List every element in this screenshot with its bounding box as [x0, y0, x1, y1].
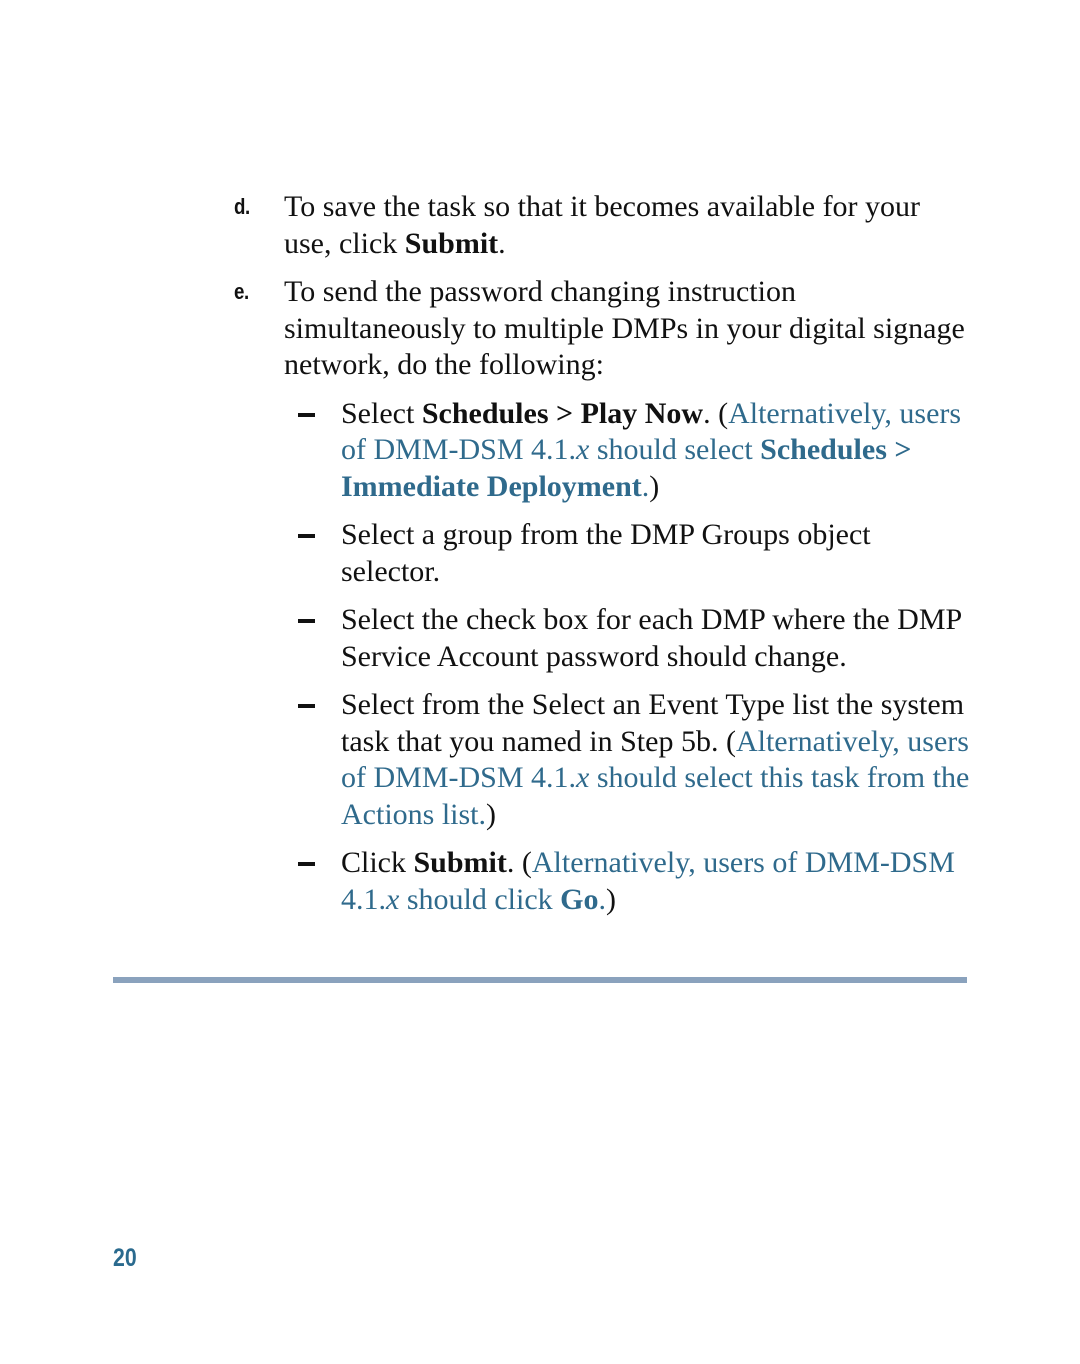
step-text: To save the task so that it becomes avai…	[284, 190, 921, 260]
paren-open: (	[521, 846, 532, 879]
version-variable: x	[576, 433, 590, 466]
ui-term-submit: Submit	[413, 846, 507, 879]
step-d: d. To save the task so that it becomes a…	[232, 189, 972, 262]
substep-list: Select Schedules > Play Now. (Alternativ…	[232, 396, 972, 919]
substep-select-schedules: Select Schedules > Play Now. (Alternativ…	[284, 396, 972, 506]
version-variable: x	[386, 882, 400, 916]
dash-bullet-icon	[298, 534, 315, 538]
substep-text: Select	[341, 396, 422, 430]
alt-text: should select	[589, 433, 761, 466]
step-marker: e.	[234, 279, 249, 304]
substep-select-group: Select a group from the DMP Groups objec…	[284, 517, 972, 590]
substep-text: Click	[341, 846, 414, 879]
step-text-end: .	[498, 226, 506, 260]
paren-open: (	[718, 396, 729, 430]
paren-close: )	[486, 797, 497, 831]
dash-bullet-icon	[298, 704, 315, 708]
section-divider	[113, 977, 967, 983]
ui-term-go: Go	[560, 882, 599, 916]
instruction-content: d. To save the task so that it becomes a…	[232, 189, 972, 930]
substep-select-checkbox: Select the check box for each DMP where …	[284, 602, 972, 675]
substep-click-submit: Click Submit. (Alternatively, users of D…	[284, 845, 972, 918]
substep-text: Select a group from the DMP Groups objec…	[341, 518, 871, 588]
alt-text: .	[598, 882, 606, 916]
paren-close: )	[649, 469, 660, 503]
substep-text: Select the check box for each DMP where …	[341, 603, 962, 673]
ui-term-submit: Submit	[404, 226, 499, 260]
ui-term-play-now: Schedules > Play Now	[421, 396, 704, 430]
alt-text: should click	[399, 882, 561, 916]
version-variable: x	[576, 761, 590, 794]
dash-bullet-icon	[298, 412, 315, 417]
substep-text: .	[703, 396, 719, 430]
substep-select-event-type: Select from the Select an Event Type lis…	[284, 687, 972, 833]
paren-open: (	[725, 724, 736, 758]
step-text: To send the password changing instructio…	[284, 275, 965, 381]
step-marker: d.	[234, 194, 250, 219]
step-e: e. To send the password changing instruc…	[232, 274, 972, 384]
substep-text: .	[506, 846, 522, 879]
dash-bullet-icon	[298, 619, 315, 623]
paren-close: )	[605, 882, 616, 916]
dash-bullet-icon	[298, 862, 315, 866]
page-number: 20	[113, 1244, 137, 1272]
